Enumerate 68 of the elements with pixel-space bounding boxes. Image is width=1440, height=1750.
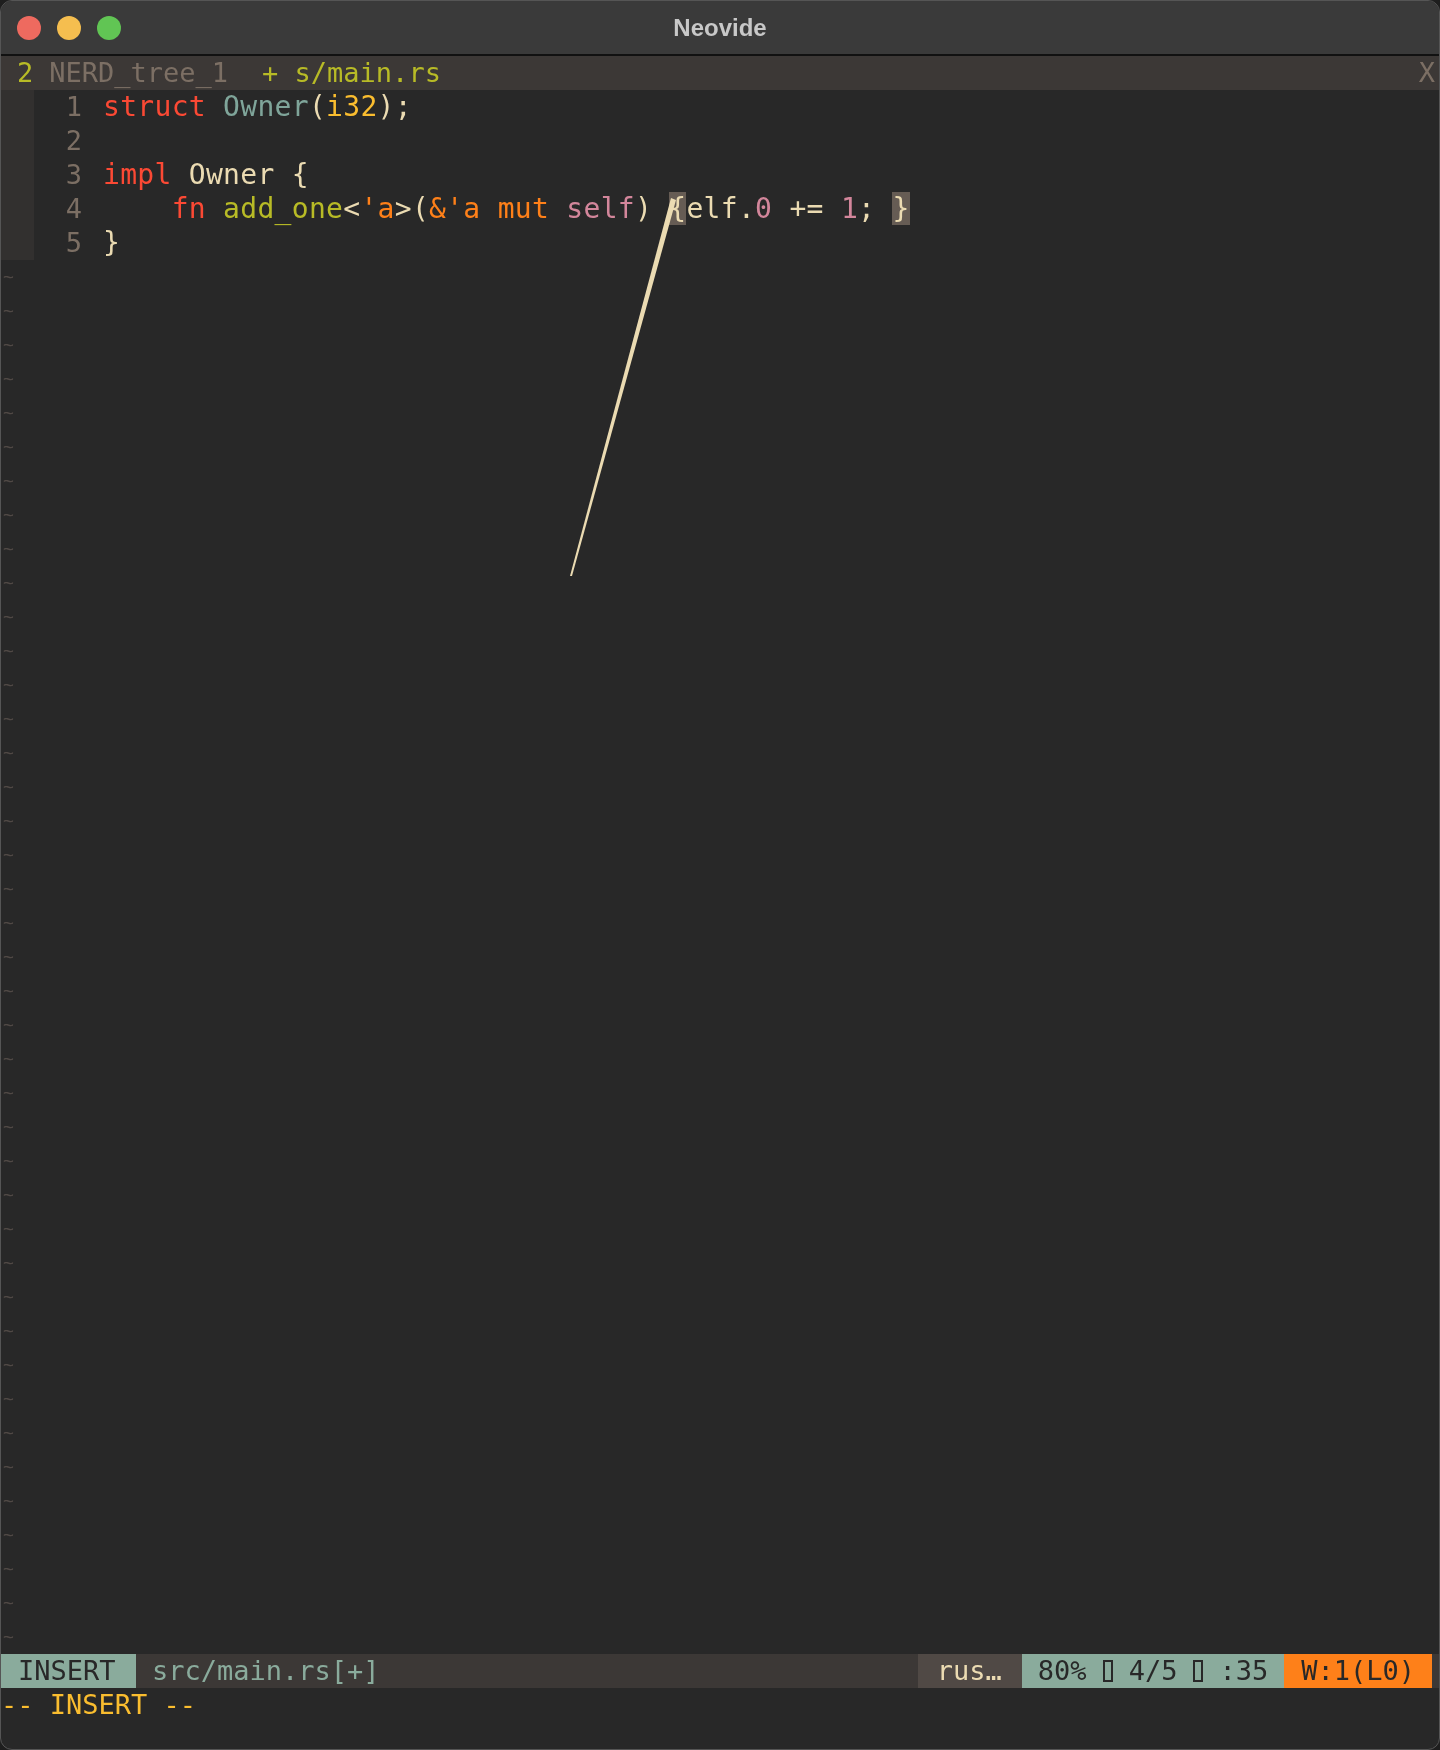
empty-line-marker: ~ [2,844,14,866]
empty-line-marker: ~ [2,640,14,662]
tab[interactable]: NERD_tree_1 [49,57,229,89]
empty-line-marker: ~ [2,1354,14,1376]
empty-line-marker: ~ [2,1626,14,1648]
empty-line-marker: ~ [2,266,14,288]
close-icon[interactable] [17,15,41,40]
empty-line-marker: ~ [2,300,14,322]
scroll-percent: 80% [1037,1655,1087,1687]
code-line: fn add_one<'a>(&'a mut self) {elf.0 += 1; } [170,192,910,226]
empty-line-marker: ~ [2,1252,14,1274]
line-number: 5 [64,227,82,259]
empty-line-marker: ~ [2,1184,14,1206]
empty-line-marker: ~ [2,980,14,1002]
empty-line-marker: ~ [2,1320,14,1342]
line-number: 3 [64,159,82,191]
empty-line-marker: ~ [2,1524,14,1546]
empty-line-marker: ~ [2,708,14,730]
line-number: 1 [64,91,82,123]
empty-line-marker: ~ [2,1558,14,1580]
close-tab-button[interactable]: X [1418,57,1435,89]
empty-line-marker: ~ [2,742,14,764]
column-position: :35 [1219,1655,1269,1687]
code-line: impl Owner { [103,158,309,192]
empty-line-marker: ~ [2,674,14,696]
empty-line-marker: ~ [2,1592,14,1614]
file-type: rus… [917,1653,1022,1688]
empty-line-marker: ~ [2,946,14,968]
command-line: -- INSERT -- [1,1688,197,1720]
empty-line-marker: ~ [2,1116,14,1138]
empty-line-marker: ~ [2,1388,14,1410]
empty-line-marker: ~ [2,878,14,900]
empty-line-marker: ~ [2,1218,14,1240]
empty-line-marker: ~ [2,810,14,832]
empty-line-marker: ~ [2,368,14,390]
zoom-icon[interactable] [97,15,121,40]
empty-line-marker: ~ [2,402,14,424]
empty-line-marker: ~ [2,912,14,934]
empty-line-marker: ~ [2,1490,14,1512]
empty-line-marker: ~ [2,1456,14,1478]
empty-line-marker: ~ [2,1048,14,1070]
empty-line-marker: ~ [2,334,14,356]
missing-glyph-icon [1102,1659,1113,1682]
window-title: Neovide [672,13,768,42]
empty-line-marker: ~ [2,436,14,458]
empty-line-marker: ~ [2,1422,14,1444]
line-number: 2 [64,125,82,157]
empty-line-marker: ~ [2,538,14,560]
empty-line-marker: ~ [2,1286,14,1308]
file-name: src/main.rs[+] [151,1654,380,1688]
tab[interactable]: + s/main.rs [262,57,441,89]
empty-line-marker: ~ [2,776,14,798]
line-position: 4/5 [1128,1655,1178,1687]
mode-indicator: INSERT [1,1653,136,1688]
empty-line-marker: ~ [2,1082,14,1104]
missing-glyph-icon [1193,1659,1204,1682]
empty-line-marker: ~ [2,572,14,594]
warning-count: W:1(L0) [1284,1653,1432,1688]
code-line: struct Owner(i32); [103,90,412,124]
empty-line-marker: ~ [2,606,14,628]
empty-line-marker: ~ [2,470,14,492]
line-number: 4 [64,193,82,225]
empty-line-marker: ~ [2,1014,14,1036]
code-line: } [103,226,121,260]
empty-line-marker: ~ [2,504,14,526]
tab-count: 2 [16,57,34,89]
minimize-icon[interactable] [57,15,81,40]
empty-line-marker: ~ [2,1150,14,1172]
